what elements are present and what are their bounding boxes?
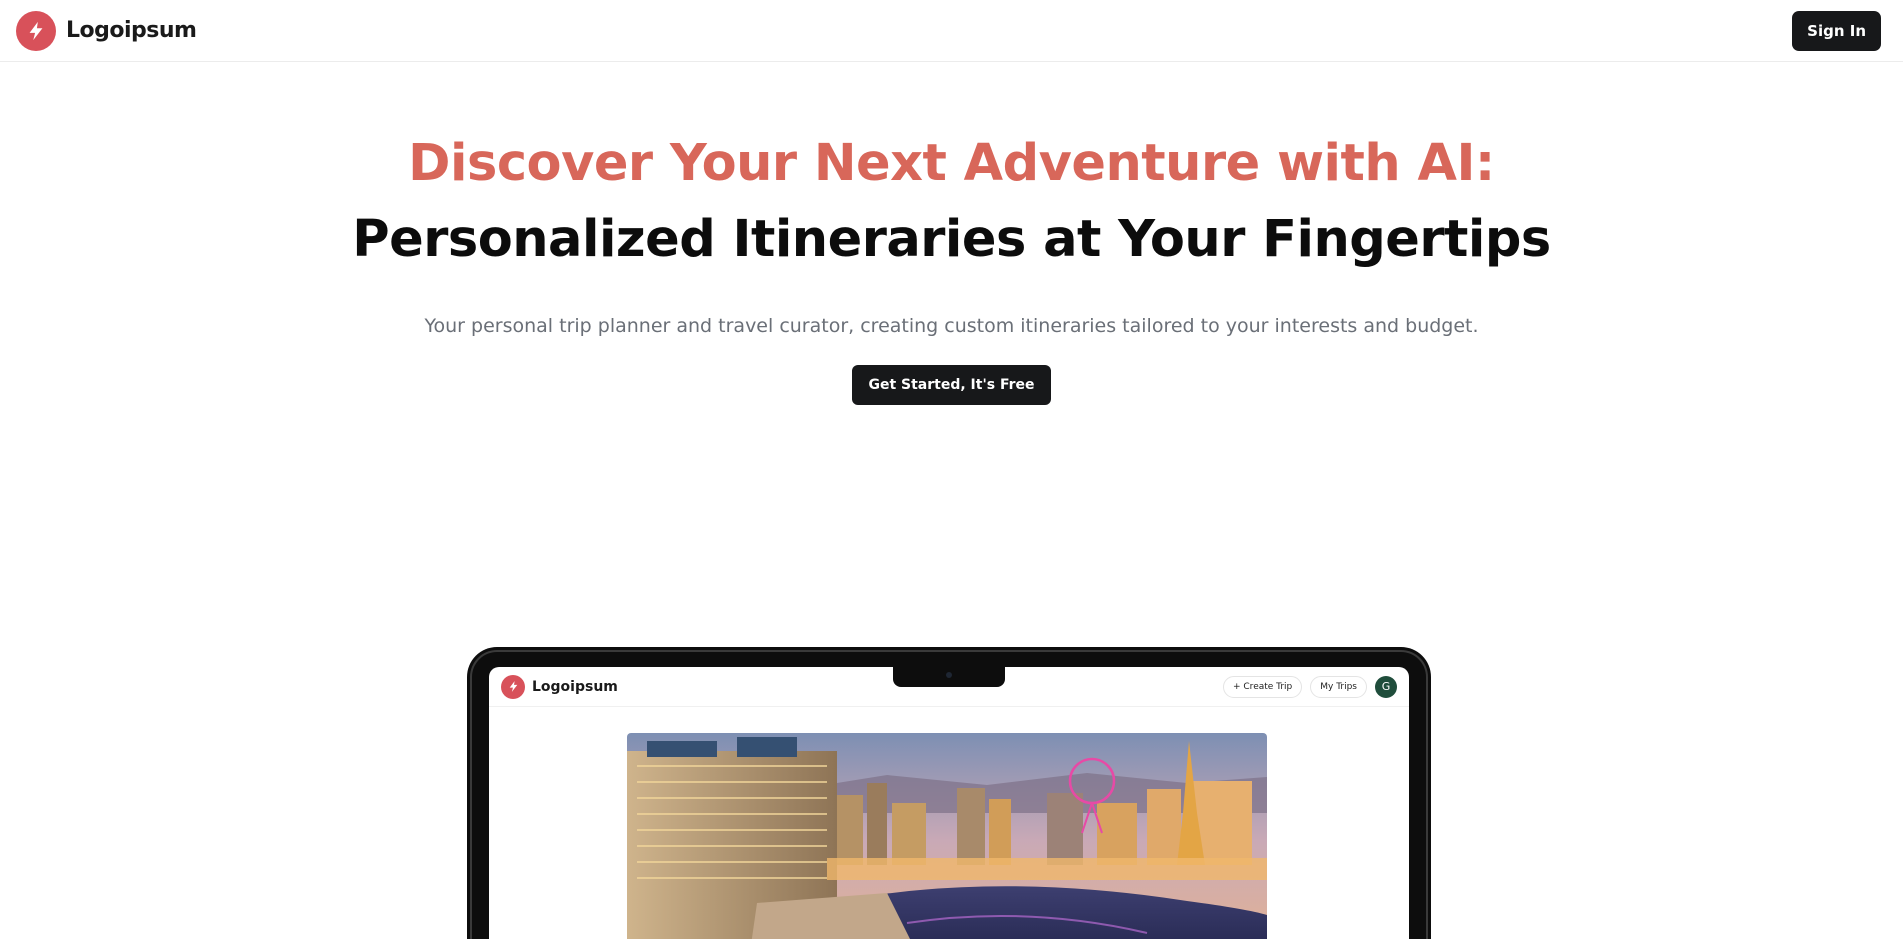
hero-title-accent: Discover Your Next Adventure with AI: (408, 134, 1495, 193)
hero-title-rest: Personalized Itineraries at Your Fingert… (352, 210, 1551, 269)
mockup-brand-name: Logoipsum (532, 678, 618, 695)
get-started-button[interactable]: Get Started, It's Free (852, 365, 1051, 405)
brand-name: Logoipsum (66, 18, 197, 43)
hero-title: Discover Your Next Adventure with AI: Pe… (252, 126, 1652, 278)
avatar: G (1375, 675, 1397, 698)
mockup-actions: + Create Trip My Trips G (1223, 675, 1397, 698)
hero-section: Discover Your Next Adventure with AI: Pe… (0, 126, 1903, 405)
my-trips-button: My Trips (1310, 675, 1367, 698)
laptop-mockup: Logoipsum + Create Trip My Trips G (467, 647, 1431, 939)
sign-in-button[interactable]: Sign In (1792, 10, 1881, 51)
bolt-icon (501, 674, 525, 699)
bolt-icon (16, 10, 56, 51)
city-skyline-photo (627, 733, 1267, 939)
site-header: Logoipsum Sign In (0, 0, 1903, 62)
brand[interactable]: Logoipsum (16, 10, 197, 51)
laptop-notch (893, 667, 1005, 687)
hero-subtitle: Your personal trip planner and travel cu… (424, 315, 1479, 337)
create-trip-button: + Create Trip (1223, 675, 1303, 698)
mockup-brand: Logoipsum (501, 674, 618, 699)
landing-page: Logoipsum Sign In Discover Your Next Adv… (0, 0, 1903, 939)
camera-icon (946, 672, 952, 678)
laptop-screen: Logoipsum + Create Trip My Trips G (489, 667, 1409, 939)
